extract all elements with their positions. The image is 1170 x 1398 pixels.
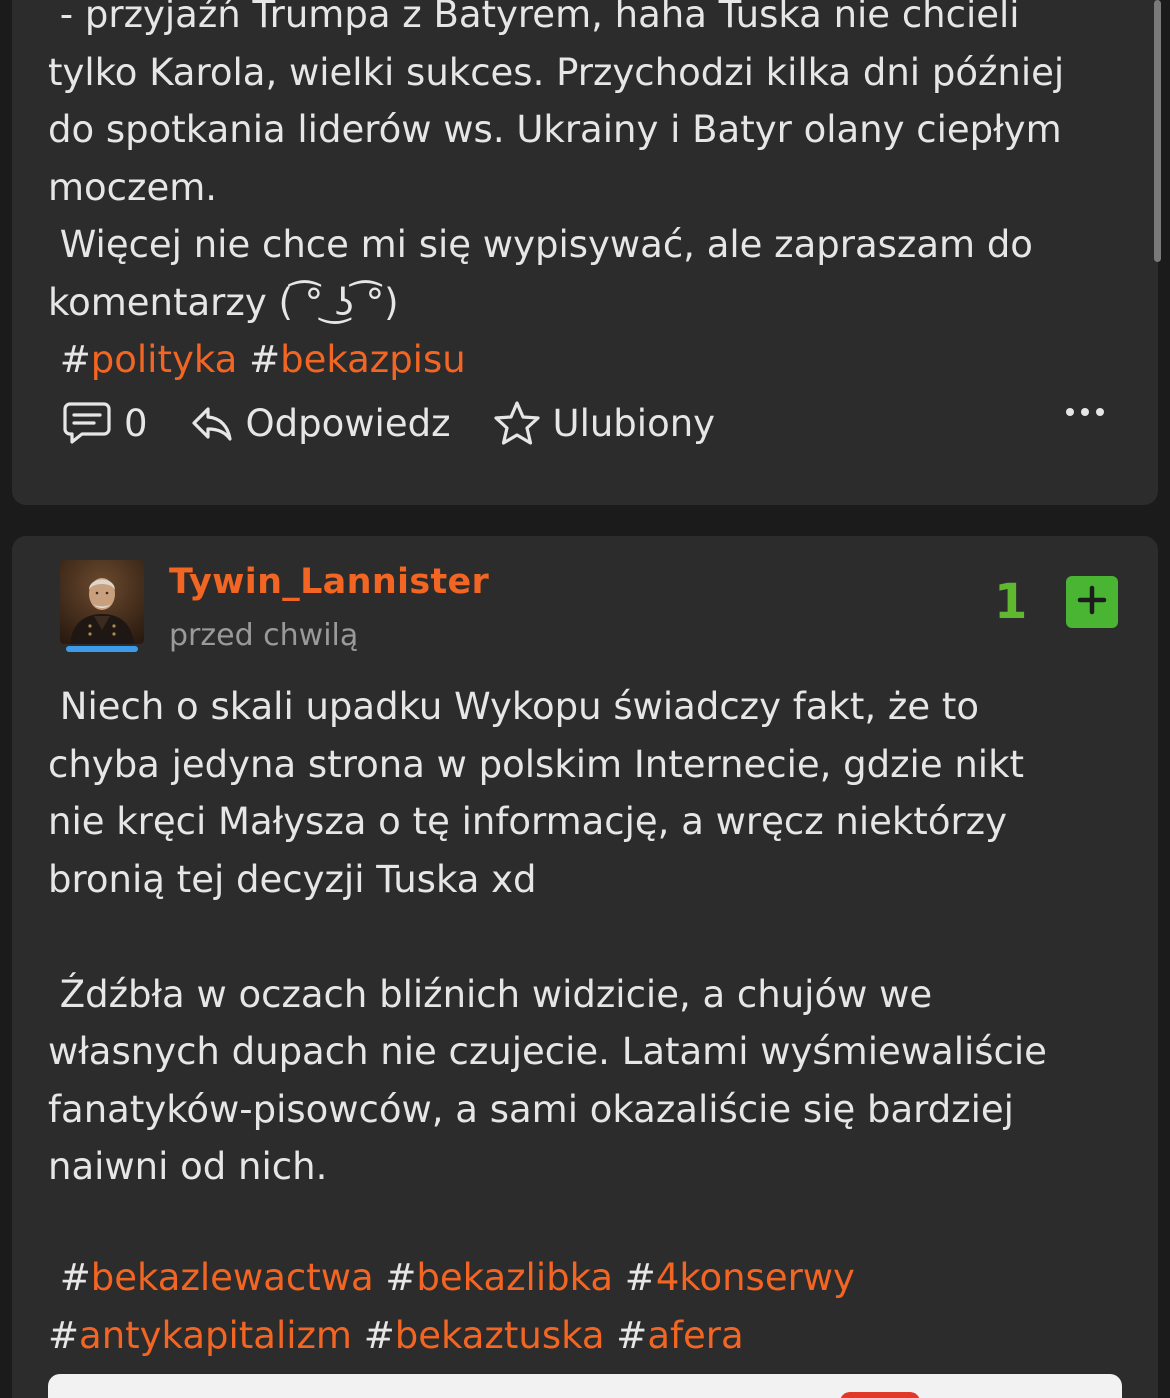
reply-icon: [190, 403, 234, 443]
entry-body: Niech o skali upadku Wykopu świadczy fak…: [48, 685, 1047, 1188]
embed-badge: [840, 1392, 920, 1398]
embedded-image-preview[interactable]: [48, 1374, 1122, 1398]
tag-link[interactable]: bekazpisu: [280, 338, 466, 381]
avatar-status-bar: [66, 646, 138, 652]
scrollbar[interactable]: [1154, 0, 1161, 262]
comment-icon: [62, 400, 112, 446]
upvote-button[interactable]: [1066, 576, 1118, 628]
tag-link[interactable]: antykapitalizm: [79, 1314, 352, 1357]
star-icon: [493, 400, 541, 446]
plus-icon: [1077, 585, 1107, 619]
entry-tags-line-1: #bekazlewactwa #bekazlibka #4konserwy: [48, 1256, 855, 1299]
page: - przyjaźń Trumpa z Batyrem, haha Tuska …: [0, 0, 1170, 1398]
favorite-button[interactable]: Ulubiony: [493, 400, 716, 446]
tag-link[interactable]: bekazlibka: [416, 1256, 613, 1299]
reply-button[interactable]: Odpowiedz: [190, 402, 451, 445]
tag-link[interactable]: afera: [647, 1314, 743, 1357]
entry-card: Tywin_Lannister przed chwilą 1 Niech o s…: [12, 536, 1158, 1398]
timestamp: przed chwilą: [169, 618, 359, 653]
username[interactable]: Tywin_Lannister: [169, 562, 489, 602]
more-icon[interactable]: [1066, 408, 1104, 416]
post-card-top: - przyjaźń Trumpa z Batyrem, haha Tuska …: [12, 0, 1158, 505]
comments-button[interactable]: 0: [62, 400, 148, 446]
entry-tags-line-2: #antykapitalizm #bekaztuska #afera: [48, 1314, 744, 1357]
tag-link[interactable]: 4konserwy: [656, 1256, 855, 1299]
tag-link[interactable]: polityka: [91, 338, 238, 381]
post-body: - przyjaźń Trumpa z Batyrem, haha Tuska …: [48, 0, 1065, 324]
post-tags: #polityka #bekazpisu: [48, 338, 466, 381]
tag-link[interactable]: bekaztuska: [395, 1314, 605, 1357]
comment-count: 0: [124, 401, 148, 445]
avatar[interactable]: [60, 560, 144, 644]
vote-count: 1: [994, 574, 1028, 630]
favorite-label: Ulubiony: [552, 401, 716, 445]
post-actions: 0 Odpowiedz Ulubiony: [62, 400, 757, 446]
reply-label: Odpowiedz: [245, 401, 451, 445]
tag-link[interactable]: bekazlewactwa: [91, 1256, 374, 1299]
